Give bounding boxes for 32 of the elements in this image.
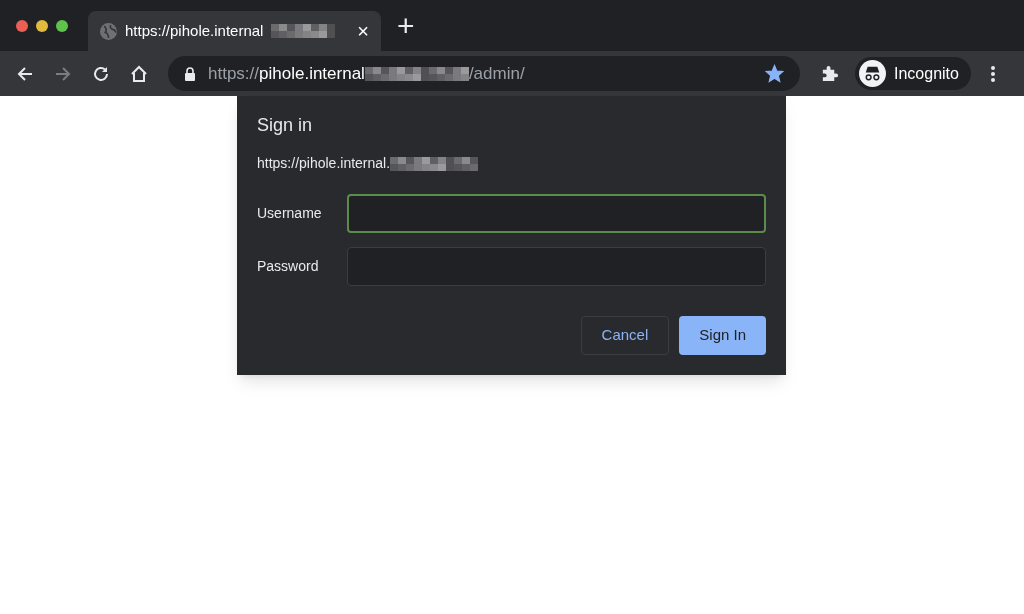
profile-chip[interactable]: Incognito [855, 57, 971, 90]
address-bar[interactable]: https://pihole.internal /admin/ [168, 56, 800, 91]
reload-icon[interactable] [92, 64, 110, 83]
more-menu-icon[interactable] [990, 65, 995, 82]
profile-name: Incognito [894, 63, 959, 84]
back-arrow-icon[interactable] [16, 64, 34, 83]
url-path: /admin/ [468, 62, 525, 85]
cancel-button[interactable]: Cancel [580, 316, 670, 355]
browser-tab[interactable]: https://pihole.internal × [88, 11, 381, 51]
star-icon[interactable] [765, 64, 784, 83]
new-tab-icon[interactable]: + [397, 10, 415, 41]
incognito-icon [859, 60, 886, 87]
forward-arrow-icon[interactable] [54, 64, 72, 83]
site-origin: https://pihole.internal. [257, 154, 391, 173]
puzzle-piece-icon[interactable] [820, 64, 839, 83]
field-label: Username [257, 204, 323, 223]
input-field[interactable] [347, 247, 766, 286]
url-scheme: https:// [208, 62, 260, 85]
close-tab-icon[interactable]: × [357, 21, 369, 41]
sign-in-button[interactable]: Sign In [679, 316, 766, 355]
tab-title: https://pihole.internal [125, 20, 264, 41]
input-field[interactable] [347, 194, 766, 233]
home-icon[interactable] [130, 64, 148, 83]
redacted-area [271, 24, 336, 38]
globe-icon [100, 22, 117, 40]
maximize-window-icon[interactable] [56, 19, 68, 32]
close-window-icon[interactable] [16, 19, 28, 32]
url-host: pihole.internal [259, 62, 365, 85]
field-label: Password [257, 257, 320, 276]
dialog-title: Sign in [257, 114, 314, 137]
lock-icon [184, 66, 196, 81]
minimize-window-icon[interactable] [36, 19, 48, 32]
